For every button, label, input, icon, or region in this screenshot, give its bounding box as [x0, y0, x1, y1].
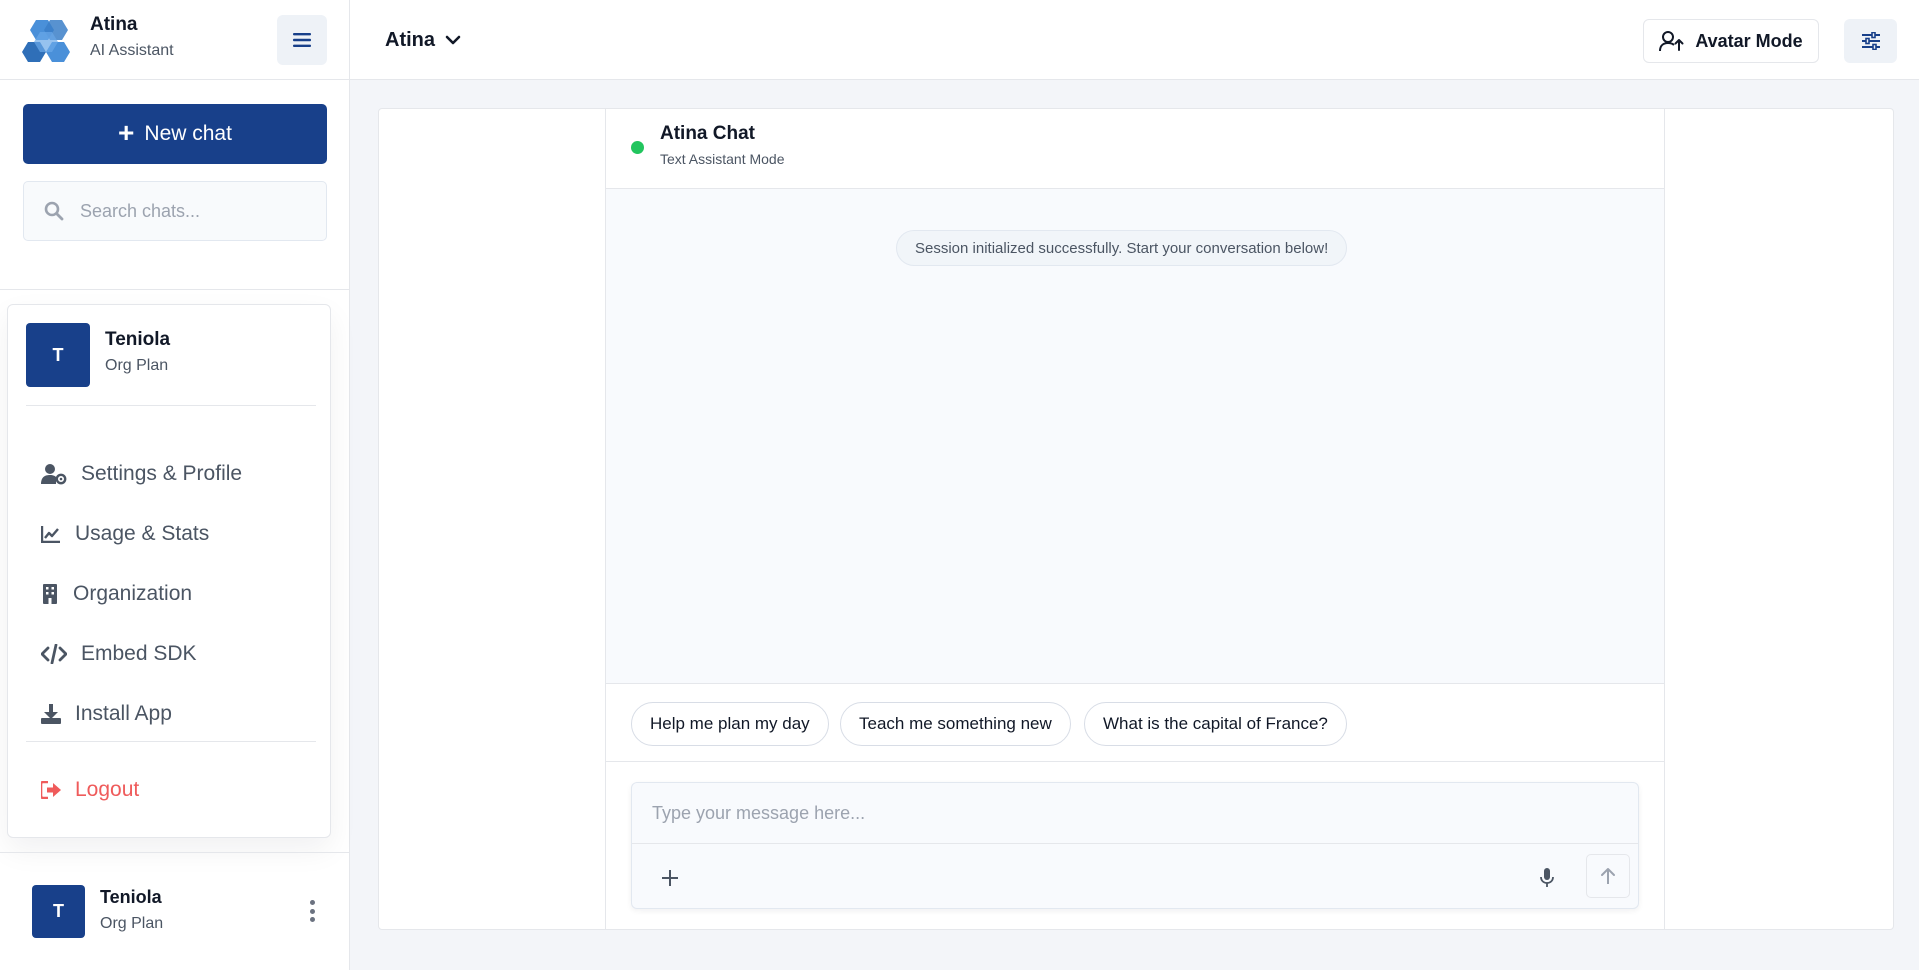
- more-options-icon[interactable]: [304, 896, 320, 926]
- footer-user-plan: Org Plan: [100, 915, 164, 932]
- profile-plan: Org Plan: [105, 357, 169, 374]
- settings-button[interactable]: [1844, 19, 1897, 63]
- avatar[interactable]: T: [32, 885, 85, 938]
- top-bar: Atina Avatar Mode: [350, 0, 1919, 80]
- logout-button[interactable]: Logout: [41, 770, 139, 810]
- menu-item-settings-profile[interactable]: Settings & Profile: [41, 454, 242, 494]
- plus-icon: [662, 870, 678, 886]
- chevron-down-icon: [445, 35, 461, 45]
- menu-item-label: Organization: [73, 582, 193, 605]
- menu-item-label: Usage & Stats: [75, 522, 210, 545]
- agent-name: Atina: [385, 28, 435, 51]
- microphone-icon: [1540, 868, 1554, 887]
- divider: [26, 741, 316, 742]
- app-name: Atina: [90, 14, 138, 35]
- chart-line-icon: [41, 526, 60, 543]
- suggestion-bar: Help me plan my day Teach me something n…: [606, 684, 1664, 762]
- new-chat-button[interactable]: + New chat: [23, 104, 327, 164]
- suggestion-chip[interactable]: What is the capital of France?: [1084, 702, 1347, 746]
- avatar: T: [26, 323, 90, 387]
- suggestion-chip[interactable]: Help me plan my day: [631, 702, 829, 746]
- search-icon: [44, 201, 64, 221]
- arrow-up-icon: [1601, 868, 1615, 884]
- profile-menu: T Teniola Org Plan Settings & Profile Us…: [7, 304, 331, 838]
- brand-header: Atina AI Assistant: [0, 0, 349, 80]
- message-list: Session initialized successfully. Start …: [606, 189, 1664, 684]
- divider: [0, 852, 349, 853]
- logout-icon: [41, 781, 61, 799]
- new-chat-label: New chat: [144, 122, 232, 145]
- message-composer: [631, 782, 1639, 909]
- atina-logo: [22, 20, 70, 62]
- logout-label: Logout: [75, 778, 140, 801]
- profile-name: Teniola: [105, 329, 171, 350]
- suggestion-chip[interactable]: Teach me something new: [840, 702, 1071, 746]
- menu-item-label: Install App: [75, 702, 172, 725]
- menu-item-usage-stats[interactable]: Usage & Stats: [41, 514, 209, 554]
- download-icon: [41, 704, 61, 724]
- sidebar: Atina AI Assistant + New chat T Teniola …: [0, 0, 350, 970]
- chat-title: Atina Chat: [660, 123, 755, 144]
- plus-icon: +: [118, 116, 135, 148]
- avatar-mode-label: Avatar Mode: [1695, 30, 1803, 51]
- online-status-indicator: [631, 141, 644, 154]
- microphone-button[interactable]: [1535, 865, 1559, 891]
- send-button[interactable]: [1586, 854, 1630, 898]
- hamburger-icon: [293, 33, 311, 47]
- divider: [0, 289, 349, 290]
- chat-mode: Text Assistant Mode: [660, 151, 785, 167]
- system-message: Session initialized successfully. Start …: [896, 230, 1348, 266]
- app-subtitle: AI Assistant: [90, 42, 174, 59]
- user-switch-icon: [1659, 31, 1684, 52]
- chat-panel: Atina Chat Text Assistant Mode Session i…: [605, 109, 1665, 929]
- menu-item-label: Settings & Profile: [81, 462, 243, 485]
- menu-item-embed-sdk[interactable]: Embed SDK: [41, 634, 197, 674]
- menu-item-install-app[interactable]: Install App: [41, 694, 172, 734]
- sliders-icon: [1861, 32, 1880, 50]
- message-input[interactable]: [632, 783, 1638, 844]
- sidebar-toggle-button[interactable]: [277, 15, 327, 65]
- code-icon: [41, 644, 67, 664]
- search-input[interactable]: [80, 182, 320, 240]
- chat-header: Atina Chat Text Assistant Mode: [606, 109, 1664, 189]
- footer-user-name: Teniola: [100, 887, 162, 907]
- avatar-mode-button[interactable]: Avatar Mode: [1643, 19, 1819, 63]
- building-icon: [43, 584, 57, 604]
- divider: [26, 405, 316, 406]
- menu-item-label: Embed SDK: [81, 642, 197, 665]
- attach-button[interactable]: [656, 864, 684, 892]
- search-box: [23, 181, 327, 241]
- menu-item-organization[interactable]: Organization: [41, 574, 192, 614]
- user-gear-icon: [41, 464, 67, 485]
- agent-selector[interactable]: Atina: [385, 22, 461, 58]
